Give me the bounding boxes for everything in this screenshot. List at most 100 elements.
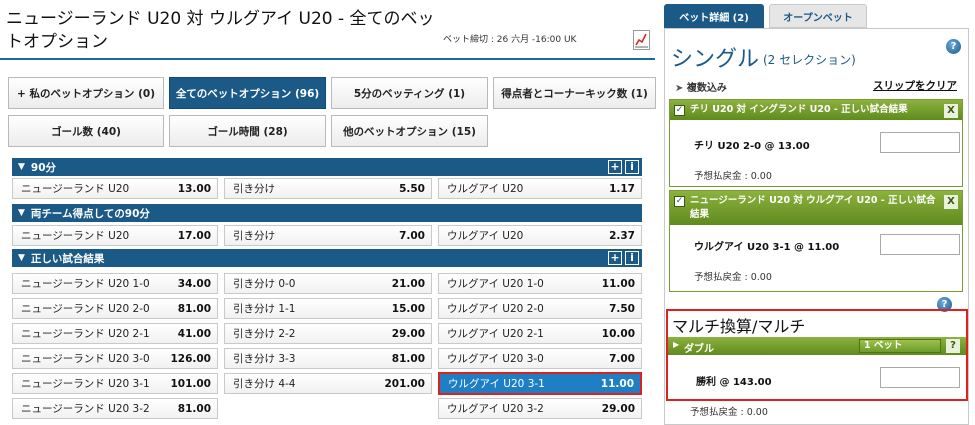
selection-checkbox[interactable]: ✓ bbox=[674, 105, 685, 116]
odds-cell[interactable]: 引き分け 7.00 bbox=[224, 225, 432, 246]
all-bet-options-button[interactable]: 全てのベットオプション (96) bbox=[169, 77, 326, 109]
odds-cell[interactable]: ニュージーランド U20 13.00 bbox=[12, 178, 218, 199]
odds-value: 7.50 bbox=[609, 302, 635, 315]
remove-selection-icon[interactable]: X bbox=[944, 104, 958, 118]
goal-time-button[interactable]: ゴール時間 (28) bbox=[169, 115, 326, 147]
scorer-corner-button[interactable]: 得点者とコーナーキック数 (1) bbox=[493, 77, 656, 109]
page-header: ニュージーランド U20 対 ウルグアイ U20 - 全てのベットオプション ベ… bbox=[0, 0, 655, 60]
potential-payout: 予想払戻金 : 0.00 bbox=[694, 272, 772, 283]
odds-cell[interactable]: ウルグアイ U20 2-1 10.00 bbox=[438, 323, 642, 344]
odds-cell[interactable]: 引き分け 2-2 29.00 bbox=[224, 323, 432, 344]
odds-cell[interactable]: ウルグアイ U20 1.17 bbox=[438, 178, 642, 199]
odds-value: 81.00 bbox=[177, 402, 211, 415]
section-both-score-header[interactable]: ▼ 両チーム得点しての90分 bbox=[12, 204, 642, 222]
odds-value: 2.37 bbox=[609, 229, 635, 242]
odds-cell[interactable]: 引き分け 4-4 201.00 bbox=[224, 373, 432, 394]
odds-cell[interactable]: 引き分け 5.50 bbox=[224, 178, 432, 199]
odds-cell[interactable]: ニュージーランド U20 3-2 81.00 bbox=[12, 398, 218, 419]
selection-name: ニュージーランド U20 bbox=[21, 230, 130, 242]
odds-value: 201.00 bbox=[384, 377, 425, 390]
info-icon[interactable]: i bbox=[625, 160, 639, 174]
stake-input[interactable] bbox=[880, 234, 960, 255]
selection-name: ウルグアイ U20 3-0 bbox=[447, 353, 544, 365]
selection-card: ✓ チリ U20 対 イングランド U20 - 正しい試合結果 X チリ U20… bbox=[669, 99, 963, 187]
collapse-triangle-icon: ▼ bbox=[18, 162, 25, 172]
odds-cell[interactable]: ニュージーランド U20 1-0 34.00 bbox=[12, 273, 218, 294]
odds-value: 1.17 bbox=[609, 182, 635, 195]
help-icon[interactable]: ? bbox=[946, 39, 961, 54]
selection-name: ウルグアイ U20 bbox=[447, 230, 524, 242]
odds-cell[interactable]: ウルグアイ U20 3-0 7.00 bbox=[438, 348, 642, 369]
odds-cell-selected[interactable]: ウルグアイ U20 3-1 11.00 bbox=[438, 372, 642, 395]
odds-cell[interactable]: 引き分け 0-0 21.00 bbox=[224, 273, 432, 294]
stats-chart-icon[interactable] bbox=[633, 30, 650, 50]
multiples-section: マルチ換算/マルチ ▶ ダブル 1 ベット ? 勝利 @ 143.00 bbox=[666, 309, 968, 401]
selection-name: 引き分け 0-0 bbox=[233, 278, 296, 290]
odds-value: 15.00 bbox=[391, 302, 425, 315]
odds-value: 5.50 bbox=[399, 182, 425, 195]
odds-cell[interactable]: ニュージーランド U20 2-0 81.00 bbox=[12, 298, 218, 319]
odds-cell[interactable]: ニュージーランド U20 3-1 101.00 bbox=[12, 373, 218, 394]
my-bet-options-button[interactable]: + 私のベットオプション (0) bbox=[8, 77, 164, 109]
selection-count: (2 セレクション) bbox=[763, 53, 856, 67]
odds-cell[interactable]: ウルグアイ U20 1-0 11.00 bbox=[438, 273, 642, 294]
selection-pick: ウルグアイ U20 3-1 @ 11.00 bbox=[694, 242, 840, 253]
odds-cell[interactable]: ウルグアイ U20 2-0 7.50 bbox=[438, 298, 642, 319]
selection-name: ニュージーランド U20 3-0 bbox=[21, 353, 150, 365]
double-odds: 勝利 @ 143.00 bbox=[696, 377, 772, 388]
tab-open-bets[interactable]: オープンベット bbox=[769, 4, 867, 28]
bet-deadline: ベット締切 : 26 六月 -16:00 UK bbox=[443, 35, 577, 45]
selection-name: ウルグアイ U20 2-0 bbox=[447, 303, 544, 315]
double-stake-input[interactable] bbox=[880, 367, 960, 388]
selection-name: ニュージーランド U20 3-2 bbox=[21, 403, 150, 415]
potential-payout: 予想払戻金 : 0.00 bbox=[694, 171, 772, 182]
double-help-icon[interactable]: ? bbox=[946, 339, 960, 353]
section-title: 両チーム得点しての90分 bbox=[30, 207, 150, 220]
section-90min-header[interactable]: ▼ 90分 + i bbox=[12, 158, 642, 176]
remove-selection-icon[interactable]: X bbox=[944, 195, 958, 209]
odds-value: 29.00 bbox=[601, 402, 635, 415]
double-potential-payout: 予想払戻金 : 0.00 bbox=[690, 407, 768, 418]
odds-value: 11.00 bbox=[600, 377, 634, 390]
collapse-toggle[interactable]: ➤ 複数込み bbox=[675, 79, 727, 94]
odds-value: 10.00 bbox=[601, 327, 635, 340]
collapse-triangle-icon: ▼ bbox=[18, 208, 25, 218]
odds-value: 101.00 bbox=[170, 377, 211, 390]
stake-input[interactable] bbox=[880, 132, 960, 153]
odds-value: 11.00 bbox=[601, 277, 635, 290]
goal-count-button[interactable]: ゴール数 (40) bbox=[8, 115, 164, 147]
odds-value: 41.00 bbox=[177, 327, 211, 340]
selection-header: ✓ ニュージーランド U20 対 ウルグアイ U20 - 正しい試合結果 X bbox=[670, 191, 962, 225]
odds-cell[interactable]: 引き分け 1-1 15.00 bbox=[224, 298, 432, 319]
odds-cell[interactable]: ニュージーランド U20 3-0 126.00 bbox=[12, 348, 218, 369]
odds-cell[interactable]: ウルグアイ U20 2.37 bbox=[438, 225, 642, 246]
selection-name: ウルグアイ U20 3-1 bbox=[448, 378, 545, 390]
odds-cell[interactable]: ウルグアイ U20 3-2 29.00 bbox=[438, 398, 642, 419]
odds-value: 81.00 bbox=[177, 302, 211, 315]
odds-cell[interactable]: 引き分け 3-3 81.00 bbox=[224, 348, 432, 369]
five-minute-betting-button[interactable]: 5分のベッティング (1) bbox=[331, 77, 488, 109]
selection-name: 引き分け 3-3 bbox=[233, 353, 296, 365]
odds-value: 81.00 bbox=[391, 352, 425, 365]
odds-cell[interactable]: ニュージーランド U20 17.00 bbox=[12, 225, 218, 246]
selection-checkbox[interactable]: ✓ bbox=[674, 196, 685, 207]
collapse-label: 複数込み bbox=[686, 83, 727, 94]
selection-name: ウルグアイ U20 2-1 bbox=[447, 328, 544, 340]
double-bet-row[interactable]: ▶ ダブル 1 ベット ? bbox=[668, 337, 966, 355]
clear-slip-link[interactable]: スリップをクリア bbox=[873, 78, 957, 93]
odds-value: 7.00 bbox=[399, 229, 425, 242]
selection-name: ウルグアイ U20 3-2 bbox=[447, 403, 544, 415]
tab-bet-details[interactable]: ベット詳細 (2) bbox=[664, 4, 764, 28]
section-correct-score-header[interactable]: ▼ 正しい試合結果 + i bbox=[12, 249, 642, 267]
add-icon[interactable]: + bbox=[608, 251, 622, 265]
odds-value: 29.00 bbox=[391, 327, 425, 340]
add-icon[interactable]: + bbox=[608, 160, 622, 174]
odds-cell[interactable]: ニュージーランド U20 2-1 41.00 bbox=[12, 323, 218, 344]
expand-triangle-icon: ▶ bbox=[673, 340, 680, 349]
info-icon[interactable]: i bbox=[625, 251, 639, 265]
bet-count-select[interactable]: 1 ベット bbox=[859, 339, 941, 353]
multiples-title: マルチ換算/マルチ bbox=[672, 317, 806, 336]
selection-name: ニュージーランド U20 bbox=[21, 183, 130, 195]
odds-value: 126.00 bbox=[170, 352, 211, 365]
other-bet-options-button[interactable]: 他のベットオプション (15) bbox=[331, 115, 488, 147]
